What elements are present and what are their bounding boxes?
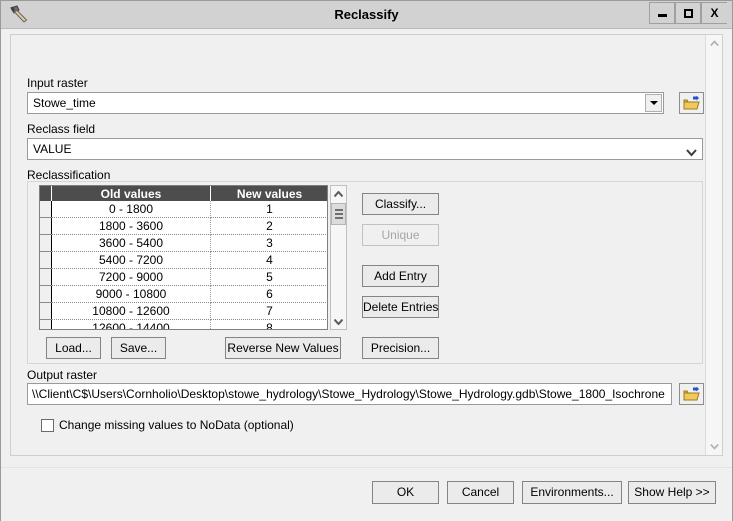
add-entry-button[interactable]: Add Entry [362,265,439,287]
table-scrollbar[interactable] [330,185,347,330]
close-button[interactable]: X [701,2,727,24]
dialog-footer: OK Cancel Environments... Show Help >> [1,467,732,521]
open-folder-icon [683,95,700,109]
row-selector-cell[interactable] [40,251,52,269]
environments-button[interactable]: Environments... [522,481,622,504]
reclass-field-combobox[interactable]: VALUE [27,138,703,160]
row-selector-cell[interactable] [40,201,52,218]
new-value-cell[interactable]: 8 [210,319,327,329]
row-selector-cell[interactable] [40,319,52,329]
ok-button[interactable]: OK [372,481,439,504]
old-value-cell[interactable]: 1800 - 3600 [51,217,211,235]
row-selector-cell[interactable] [40,285,52,303]
open-folder-icon [683,386,700,400]
row-selector-cell[interactable] [40,234,52,252]
output-raster-label: Output raster [27,368,98,382]
row-selector-header [40,186,52,201]
new-value-cell[interactable]: 1 [210,201,327,218]
reclass-field-value: VALUE [33,142,72,156]
cancel-button[interactable]: Cancel [447,481,514,504]
scroll-up-icon[interactable] [331,186,346,202]
new-value-cell[interactable]: 6 [210,285,327,303]
row-selector-cell[interactable] [40,217,52,235]
reclassification-table: Old values New values 0 - 1800 1 1800 - 36… [40,186,327,329]
column-header-old-values[interactable]: Old values [51,186,211,201]
old-value-cell[interactable]: 3600 - 5400 [51,234,211,252]
table-header-row: Old values New values [40,186,327,201]
classify-button[interactable]: Classify... [362,193,439,215]
row-selector-cell[interactable] [40,302,52,320]
nodata-checkbox[interactable] [41,418,54,432]
old-value-cell[interactable]: 7200 - 9000 [51,268,211,286]
reclassify-dialog: Reclassify X Input raster Stowe_time Rec… [0,0,733,521]
dialog-body: Input raster Stowe_time Reclass field VA… [10,34,723,456]
table-row[interactable]: 9000 - 10800 6 [40,285,327,303]
table-row[interactable]: 1800 - 3600 2 [40,217,327,235]
save-button[interactable]: Save... [111,337,166,359]
reclassification-table-container[interactable]: Old values New values 0 - 1800 1 1800 - 36… [39,185,328,330]
chevron-down-icon[interactable] [686,144,697,157]
chevron-down-icon[interactable] [645,94,662,112]
input-raster-combobox[interactable]: Stowe_time [27,92,664,114]
delete-entries-button[interactable]: Delete Entries [362,296,439,318]
minimize-icon [657,14,667,17]
scroll-down-icon[interactable] [331,313,346,329]
table-row[interactable]: 7200 - 9000 5 [40,268,327,286]
table-row[interactable]: 10800 - 12600 7 [40,302,327,320]
reclassification-panel: Old values New values 0 - 1800 1 1800 - 36… [27,181,703,364]
new-value-cell[interactable]: 3 [210,234,327,252]
old-value-cell[interactable]: 5400 - 7200 [51,251,211,269]
close-icon: X [710,6,719,20]
new-value-cell[interactable]: 4 [210,251,327,269]
table-row[interactable]: 0 - 1800 1 [40,201,327,218]
input-raster-label: Input raster [27,76,88,90]
old-value-cell[interactable]: 0 - 1800 [51,201,211,218]
scroll-down-icon[interactable] [706,438,722,455]
row-selector-cell[interactable] [40,268,52,286]
nodata-checkbox-label: Change missing values to NoData (optiona… [59,418,294,432]
show-help-button[interactable]: Show Help >> [628,481,716,504]
new-value-cell[interactable]: 7 [210,302,327,320]
maximize-icon [683,8,693,18]
old-value-cell[interactable]: 12600 - 14400 [51,319,211,329]
reverse-new-values-button[interactable]: Reverse New Values [225,337,341,359]
maximize-button[interactable] [675,2,701,24]
precision-button[interactable]: Precision... [362,337,439,359]
old-value-cell[interactable]: 10800 - 12600 [51,302,211,320]
dialog-scrollbar[interactable] [705,35,722,455]
reclass-field-label: Reclass field [27,122,96,136]
unique-button: Unique [362,224,439,246]
scrollbar-thumb[interactable] [331,203,346,225]
browse-input-raster-button[interactable] [679,92,704,114]
output-raster-input[interactable]: \\Client\C$\Users\Cornholio\Desktop\stow… [27,383,672,405]
table-row[interactable]: 3600 - 5400 3 [40,234,327,252]
new-value-cell[interactable]: 2 [210,217,327,235]
table-row[interactable]: 5400 - 7200 4 [40,251,327,269]
browse-output-raster-button[interactable] [679,383,704,405]
table-row[interactable]: 12600 - 14400 8 [40,319,327,329]
minimize-button[interactable] [649,2,675,24]
nodata-checkbox-row[interactable]: Change missing values to NoData (optiona… [41,417,294,433]
column-header-new-values[interactable]: New values [210,186,327,201]
input-raster-value: Stowe_time [33,96,96,110]
reclassification-label: Reclassification [27,168,111,182]
title-bar[interactable]: Reclassify X [1,1,732,29]
scroll-up-icon[interactable] [706,35,722,52]
old-value-cell[interactable]: 9000 - 10800 [51,285,211,303]
load-button[interactable]: Load... [46,337,101,359]
new-value-cell[interactable]: 5 [210,268,327,286]
reclassification-table-body: 0 - 1800 1 1800 - 3600 2 3600 - 5400 3 5400 - … [40,201,327,329]
page-title: Reclassify [334,7,399,22]
